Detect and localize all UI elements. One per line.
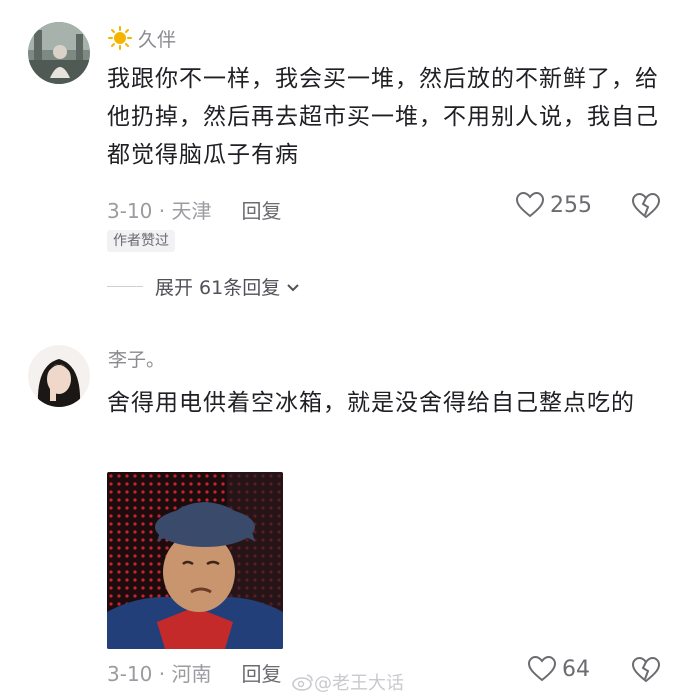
avatar[interactable] [28,22,90,84]
like-button[interactable]: 64 [528,656,590,682]
reply-button[interactable]: 回复 [241,199,281,223]
reply-button[interactable]: 回复 [241,662,281,686]
username[interactable]: 久伴 [108,26,176,56]
heart-icon [528,656,556,682]
username[interactable]: 李子。 [108,348,165,372]
author-liked-badge: 作者赞过 [107,230,175,252]
dislike-button[interactable] [631,656,661,687]
broken-heart-icon [631,192,661,219]
broken-heart-icon [631,656,661,683]
comment-text: 舍得用电供着空冰箱，就是没舍得给自己整点吃的 [107,390,635,416]
comment-date-location: 3-10 · 天津 [107,199,212,223]
like-button[interactable]: 255 [516,192,592,218]
username-text: 久伴 [138,29,177,51]
heart-icon [516,192,544,218]
comment-meta: 3-10 · 天津 回复 [107,195,281,224]
chevron-down-icon [286,276,300,298]
username-text: 李子。 [108,349,166,371]
weibo-logo-icon [292,674,313,691]
like-count: 64 [562,656,590,682]
divider-line [107,286,143,287]
comment-text: 我跟你不一样，我会买一堆，然后放的不新鲜了，给他扔掉，然后再去超市买一堆，不用别… [107,66,659,168]
comment-meta: 3-10 · 河南 回复 [107,658,281,687]
avatar[interactable] [28,345,90,407]
like-count: 255 [550,192,592,218]
watermark: @老王大话 [292,669,404,695]
expand-replies-label: 展开 61条回复 [155,277,281,299]
dislike-button[interactable] [631,192,661,223]
sticker-image[interactable] [107,472,283,649]
comment-date-location: 3-10 · 河南 [107,662,212,686]
sun-icon [108,26,132,56]
watermark-text: @老王大话 [314,673,404,694]
expand-replies-button[interactable]: 展开 61条回复 [107,273,300,300]
